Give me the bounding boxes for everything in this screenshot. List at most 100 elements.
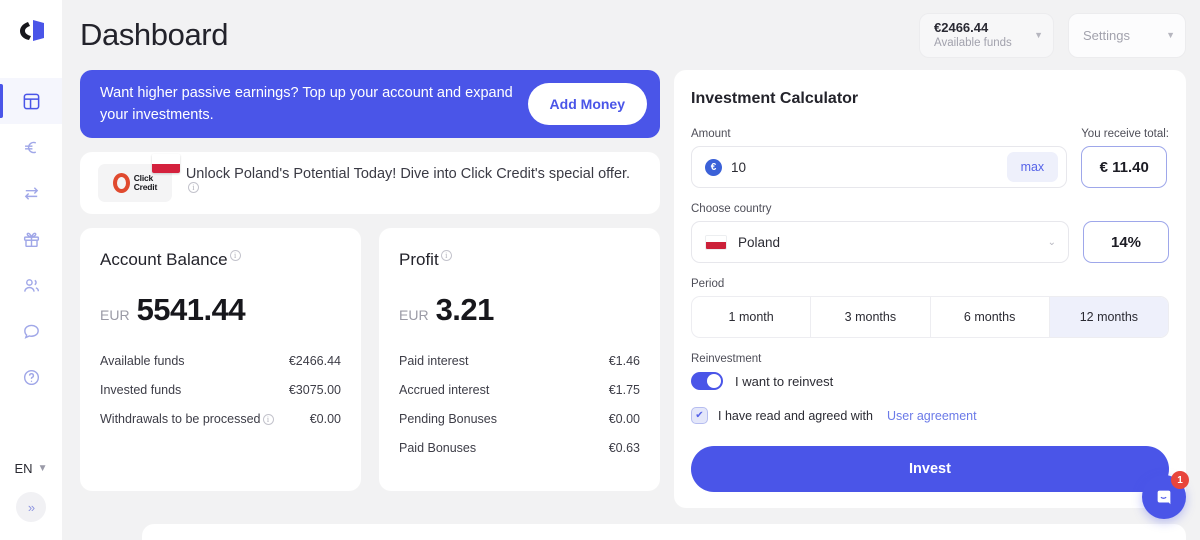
settings-label: Settings	[1083, 27, 1130, 43]
table-row: Invested funds €3075.00	[100, 383, 341, 397]
promo-banner-text: Want higher passive earnings? Top up you…	[100, 84, 513, 123]
investment-calculator: Investment Calculator Amount € 10 max Yo…	[674, 70, 1186, 508]
period-tab-1-month[interactable]: 1 month	[692, 297, 812, 337]
account-balance-value: 5541.44	[136, 292, 246, 327]
account-balance-amount: EUR 5541.44	[100, 292, 341, 328]
chat-widget-button[interactable]: 1	[1142, 471, 1189, 519]
settings-dropdown[interactable]: Settings ▼	[1068, 12, 1186, 58]
sidebar-item-funds[interactable]	[0, 124, 62, 170]
row-label: Invested funds	[100, 383, 182, 397]
language-selector[interactable]: EN ▼	[15, 461, 48, 476]
profit-rows: Paid interest €1.46 Accrued interest €1.…	[399, 354, 640, 455]
poland-flag-icon	[705, 234, 727, 250]
reinvest-toggle-row: I want to reinvest	[691, 372, 1169, 390]
chevron-down-icon: ⌄	[1047, 236, 1056, 248]
invest-button[interactable]: Invest	[691, 446, 1169, 492]
poland-flag-icon	[151, 154, 180, 173]
page-title: Dashboard	[80, 17, 229, 52]
sidebar: EN ▼ »	[0, 0, 62, 540]
account-balance-title: Account Balance	[100, 250, 228, 269]
profit-title-wrap: Profit i	[399, 250, 640, 270]
reinvest-toggle[interactable]	[691, 372, 723, 390]
info-icon[interactable]: i	[187, 182, 199, 194]
amount-field-row: Amount € 10 max You receive total: € 11.…	[691, 128, 1169, 188]
period-tab-12-months[interactable]: 12 months	[1049, 297, 1168, 337]
offer-text: Unlock Poland's Potential Today! Dive in…	[185, 166, 631, 183]
user-agreement-link[interactable]: User agreement	[887, 409, 977, 423]
stat-cards: Account Balance i EUR 5541.44 Available f…	[80, 228, 660, 491]
period-label: Period	[691, 278, 725, 290]
info-icon[interactable]: i	[229, 250, 241, 262]
bottom-card-peek	[142, 524, 1186, 540]
agreement-checkbox[interactable]: ✔	[691, 407, 708, 424]
offer-row[interactable]: Click Credit Unlock Poland's Potential T…	[80, 152, 660, 214]
info-icon[interactable]: i	[440, 250, 452, 262]
period-group: Period 1 month 3 months 6 months 12 mont…	[691, 278, 1169, 338]
max-button[interactable]: max	[1006, 152, 1059, 182]
chevron-down-icon: ▼	[1034, 30, 1043, 40]
chevron-down-icon: ▼	[1166, 30, 1175, 40]
main-area: Dashboard €2466.44 Available funds ▼ Set…	[62, 0, 1200, 540]
euro-badge-icon: €	[705, 158, 722, 176]
account-balance-rows: Available funds €2466.44 Invested funds …	[100, 354, 341, 426]
amount-input[interactable]: € 10 max	[691, 146, 1068, 188]
receive-total-value: € 11.40	[1081, 146, 1168, 188]
dashboard-app: EN ▼ » Dashboard €2466.44 Available fund…	[0, 0, 1200, 540]
account-balance-card: Account Balance i EUR 5541.44 Available f…	[80, 228, 361, 491]
amount-field-group: Amount € 10 max	[691, 128, 1068, 188]
table-row: Available funds €2466.44	[100, 354, 341, 368]
content: Want higher passive earnings? Top up you…	[62, 70, 1200, 508]
row-value: €0.00	[608, 412, 640, 426]
right-column: Investment Calculator Amount € 10 max Yo…	[674, 70, 1186, 508]
balance-amount: €2466.44	[934, 19, 989, 35]
period-tabs: 1 month 3 months 6 months 12 months	[691, 296, 1169, 338]
info-icon[interactable]: i	[262, 413, 274, 425]
row-label: Available funds	[100, 354, 185, 368]
country-label: Choose country	[691, 203, 772, 215]
sidebar-expand-button[interactable]: »	[16, 492, 46, 522]
balance-dropdown[interactable]: €2466.44 Available funds ▼	[919, 12, 1054, 58]
offer-text-wrap: Unlock Poland's Potential Today! Dive in…	[186, 166, 642, 200]
period-tab-6-months[interactable]: 6 months	[931, 297, 1050, 337]
row-label: Withdrawals to be processed	[100, 412, 261, 426]
row-value: €3075.00	[288, 383, 341, 397]
company-logo[interactable]	[0, 0, 62, 62]
table-row: Accrued interest €1.75	[399, 383, 640, 397]
click-credit-mark-icon	[112, 173, 130, 193]
sidebar-item-bonuses[interactable]	[0, 216, 62, 262]
chat-bubble-icon	[1157, 490, 1171, 505]
profit-value: 3.21	[435, 292, 495, 327]
period-tab-3-months[interactable]: 3 months	[811, 297, 931, 337]
interest-rate-value: 14%	[1083, 221, 1169, 263]
check-icon: ✔	[695, 410, 704, 421]
table-row: Pending Bonuses €0.00	[399, 412, 640, 426]
promo-banner: Want higher passive earnings? Top up you…	[80, 70, 660, 138]
profit-currency: EUR	[399, 307, 429, 323]
row-value: €1.46	[608, 354, 640, 368]
sidebar-item-messages[interactable]	[0, 308, 62, 354]
double-chevron-right-icon: »	[27, 499, 35, 515]
add-money-button[interactable]: Add Money	[527, 83, 647, 125]
receive-total-group: You receive total: € 11.40	[1081, 128, 1169, 188]
row-label: Accrued interest	[399, 383, 490, 397]
balance-caption: Available funds	[934, 36, 1012, 49]
row-value: €0.00	[309, 412, 341, 426]
account-balance-currency: EUR	[100, 307, 130, 323]
amount-label: Amount	[691, 128, 731, 140]
sidebar-item-transactions[interactable]	[0, 170, 62, 216]
rate-group: . 14%	[1083, 203, 1169, 263]
profit-title: Profit	[399, 250, 439, 269]
row-value: €2466.44	[288, 354, 341, 368]
row-label: Paid interest	[399, 354, 469, 368]
sidebar-item-dashboard[interactable]	[0, 78, 62, 124]
sidebar-nav	[0, 78, 62, 400]
country-select[interactable]: Poland ⌄	[691, 221, 1069, 263]
sidebar-item-help[interactable]	[0, 354, 62, 400]
reinvestment-group: Reinvestment I want to reinvest	[691, 353, 1169, 390]
sidebar-item-referrals[interactable]	[0, 262, 62, 308]
table-row: Paid interest €1.46	[399, 354, 640, 368]
row-value: €0.63	[608, 441, 640, 455]
click-credit-line2: Credit	[133, 182, 158, 192]
table-row: Withdrawals to be processed i €0.00	[100, 412, 341, 426]
row-value: €1.75	[608, 383, 640, 397]
